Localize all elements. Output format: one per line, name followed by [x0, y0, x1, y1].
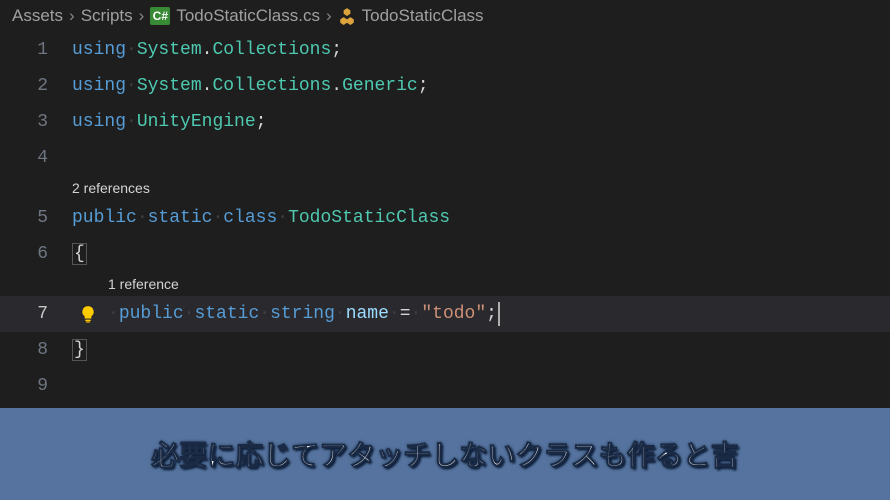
- chevron-right-icon: ›: [139, 6, 145, 26]
- line-number: 4: [0, 148, 72, 168]
- csharp-file-icon: C#: [150, 7, 170, 25]
- code-line[interactable]: 8 }: [0, 332, 890, 368]
- code-content: }: [72, 339, 87, 361]
- code-line[interactable]: 6 {: [0, 236, 890, 272]
- codelens-text[interactable]: 2 references: [72, 180, 150, 196]
- code-line[interactable]: 5 public·static·class·TodoStaticClass: [0, 200, 890, 236]
- code-line-active[interactable]: 7 ·public·static·string·name·=·"todo";: [0, 296, 890, 332]
- caption-text: 必要に応じてアタッチしないクラスも作ると吉: [151, 434, 738, 474]
- line-number: 2: [0, 76, 72, 96]
- caption-banner: 必要に応じてアタッチしないクラスも作ると吉: [0, 408, 890, 500]
- codelens-text[interactable]: 1 reference: [72, 276, 179, 292]
- line-number: 9: [0, 376, 72, 396]
- class-symbol-icon: [338, 7, 356, 25]
- code-content: using·System.Collections.Generic;: [72, 76, 429, 96]
- breadcrumb-seg-scripts[interactable]: Scripts: [81, 6, 133, 26]
- codelens[interactable]: 1 reference: [0, 272, 890, 296]
- codelens[interactable]: 2 references: [0, 176, 890, 200]
- code-content: ·public·static·string·name·=·"todo";: [72, 302, 500, 326]
- breadcrumb-seg-file[interactable]: TodoStaticClass.cs: [176, 6, 320, 26]
- line-number: 5: [0, 208, 72, 228]
- chevron-right-icon: ›: [326, 6, 332, 26]
- code-line[interactable]: 1 using·System.Collections;: [0, 32, 890, 68]
- breadcrumb-seg-symbol[interactable]: TodoStaticClass: [362, 6, 484, 26]
- code-content: {: [72, 243, 87, 265]
- line-number: 3: [0, 112, 72, 132]
- breadcrumb[interactable]: Assets › Scripts › C# TodoStaticClass.cs…: [0, 0, 890, 32]
- code-line[interactable]: 3 using·UnityEngine;: [0, 104, 890, 140]
- code-line[interactable]: 4: [0, 140, 890, 176]
- code-content: using·UnityEngine;: [72, 112, 266, 132]
- lightbulb-icon[interactable]: [78, 304, 98, 324]
- line-number: 7: [0, 304, 72, 324]
- line-number: 1: [0, 40, 72, 60]
- code-line[interactable]: 2 using·System.Collections.Generic;: [0, 68, 890, 104]
- breadcrumb-seg-assets[interactable]: Assets: [12, 6, 63, 26]
- line-number: 6: [0, 244, 72, 264]
- line-number: 8: [0, 340, 72, 360]
- chevron-right-icon: ›: [69, 6, 75, 26]
- code-editor[interactable]: 1 using·System.Collections; 2 using·Syst…: [0, 32, 890, 404]
- text-cursor: [498, 302, 500, 326]
- code-content: public·static·class·TodoStaticClass: [72, 208, 450, 228]
- code-line[interactable]: 9: [0, 368, 890, 404]
- code-content: using·System.Collections;: [72, 40, 342, 60]
